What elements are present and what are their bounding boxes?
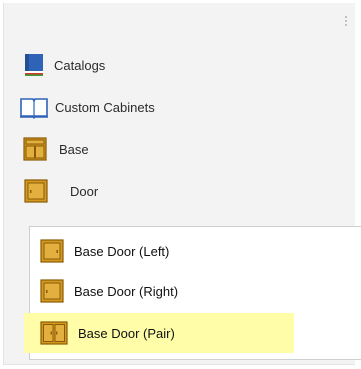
door-children-list: Base Door (Left) Base Door (Right) Base …	[24, 226, 361, 360]
tree-item-label: Base Door (Pair)	[78, 325, 175, 341]
tree-item-label: Door	[70, 183, 99, 199]
base-cabinet-icon	[23, 137, 47, 161]
tree-item-label: Base Door (Right)	[74, 283, 179, 299]
panel-grip-handle[interactable]	[345, 15, 347, 27]
tree-item-catalogs[interactable]: Catalogs	[24, 45, 105, 85]
tree-item-label: Custom Cabinets	[55, 99, 155, 115]
tree-item-base-door-pair[interactable]: Base Door (Pair)	[24, 313, 294, 353]
tree-item-door[interactable]: Door	[24, 171, 98, 211]
tree-item-label: Base	[59, 141, 89, 157]
tree-item-base-door-left[interactable]: Base Door (Left)	[40, 231, 169, 271]
cabinet-door-icon	[24, 179, 48, 203]
tree-item-base[interactable]: Base	[23, 129, 89, 169]
catalog-tree-panel: Catalogs Custom Cabinets Base Door Base …	[3, 3, 361, 365]
cabinet-door-icon	[40, 279, 64, 303]
cabinet-door-icon	[40, 239, 64, 263]
book-icon	[24, 53, 44, 77]
tree-item-label: Catalogs	[54, 57, 106, 73]
tree-item-base-door-right[interactable]: Base Door (Right)	[40, 271, 178, 311]
tree-item-custom-cabinets[interactable]: Custom Cabinets	[19, 87, 155, 127]
double-door-icon	[40, 321, 68, 345]
open-book-icon	[19, 95, 49, 119]
tree-item-label: Base Door (Left)	[74, 243, 170, 259]
